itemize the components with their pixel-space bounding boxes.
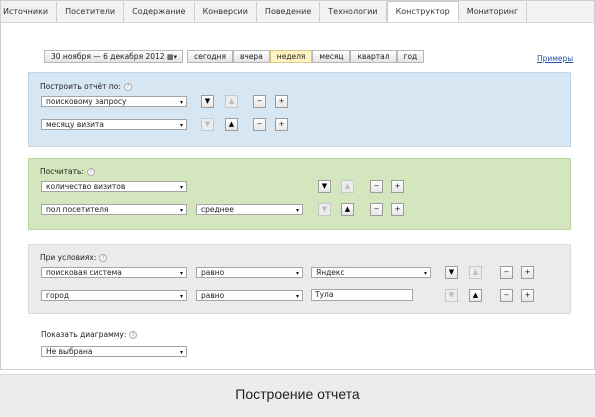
group-by-select-2-value: месяцу визита (46, 120, 104, 129)
chevron-down-icon: ▾ (295, 270, 299, 277)
move-down-button[interactable]: ▼ (445, 289, 458, 302)
top-nav: Источники Посетители Содержание Конверси… (1, 1, 594, 23)
group-by-select-2[interactable]: месяцу визита ▾ (41, 119, 187, 130)
filter-operator-select-2[interactable]: равно ▾ (196, 290, 303, 301)
add-row-button[interactable]: + (391, 180, 404, 193)
move-up-button[interactable]: ▲ (469, 289, 482, 302)
period-week-button[interactable]: неделя (269, 50, 313, 63)
remove-row-button[interactable]: − (500, 266, 513, 279)
group-by-label: Построить отчёт по:? (40, 82, 132, 91)
aggregation-select[interactable]: среднее ▾ (196, 204, 303, 215)
tab-technologies[interactable]: Технологии (320, 2, 387, 22)
chevron-down-icon: ▾ (179, 184, 183, 191)
remove-row-button[interactable]: − (500, 289, 513, 302)
add-row-button[interactable]: + (391, 203, 404, 216)
move-down-button[interactable]: ▼ (201, 118, 214, 131)
figure-caption: Построение отчета (235, 386, 360, 402)
move-up-button[interactable]: ▲ (341, 180, 354, 193)
tab-sources[interactable]: Источники (1, 2, 58, 22)
remove-row-button[interactable]: − (370, 180, 383, 193)
add-row-button[interactable]: + (521, 266, 534, 279)
chevron-down-icon: ▾ (179, 293, 183, 300)
metrics-label-text: Посчитать: (40, 167, 84, 176)
move-down-button[interactable]: ▼ (318, 180, 331, 193)
filters-label: При условиях:? (40, 253, 108, 262)
examples-link[interactable]: Примеры (537, 54, 573, 63)
chevron-down-icon: ▾ (423, 270, 427, 277)
group-by-label-text: Построить отчёт по: (40, 82, 121, 91)
filter-field-value-2: город (46, 291, 70, 300)
filter-field-select-1[interactable]: поисковая система ▾ (41, 267, 187, 278)
move-down-button[interactable]: ▼ (201, 95, 214, 108)
chevron-down-icon: ▾ (179, 99, 183, 106)
filter-field-value-1: поисковая система (46, 268, 122, 277)
remove-row-button[interactable]: − (253, 95, 266, 108)
filters-panel: При условиях:? поисковая система ▾ равно ▾… (28, 244, 571, 314)
chevron-down-icon: ▾ (179, 270, 183, 277)
filter-operator-value-1: равно (201, 268, 225, 277)
period-selector: 30 ноября — 6 декабря 2012 ▦▾ сегодня вч… (44, 50, 425, 63)
period-today-button[interactable]: сегодня (187, 50, 233, 63)
move-up-button[interactable]: ▲ (469, 266, 482, 279)
help-icon[interactable]: ? (86, 168, 95, 176)
move-down-button[interactable]: ▼ (445, 266, 458, 279)
report-builder-window: Источники Посетители Содержание Конверси… (0, 0, 595, 370)
move-up-button[interactable]: ▲ (341, 203, 354, 216)
metric-select-1-value: количество визитов (46, 182, 126, 191)
metric-select-2[interactable]: пол посетителя ▾ (41, 204, 187, 215)
filter-value-input-2[interactable]: Тула (311, 289, 413, 301)
move-up-button[interactable]: ▲ (225, 95, 238, 108)
filter-value-select-1[interactable]: Яндекс ▾ (311, 267, 431, 278)
metrics-panel: Посчитать:? количество визитов ▾ ▼ ▲ − + … (28, 158, 571, 230)
chevron-down-icon: ▾ (295, 207, 299, 214)
group-by-panel: Построить отчёт по:? поисковому запросу ▾… (28, 72, 571, 147)
filter-field-select-2[interactable]: город ▾ (41, 290, 187, 301)
diagram-select[interactable]: Не выбрана ▾ (41, 346, 187, 357)
remove-row-button[interactable]: − (253, 118, 266, 131)
help-icon[interactable]: ? (99, 254, 108, 262)
metrics-label: Посчитать:? (40, 167, 95, 176)
help-icon[interactable]: ? (129, 331, 138, 339)
chevron-down-icon: ▾ (179, 122, 183, 129)
calendar-icon: ▦▾ (166, 53, 178, 61)
diagram-select-value: Не выбрана (46, 347, 93, 356)
tab-conversions[interactable]: Конверсии (195, 2, 257, 22)
period-quarter-button[interactable]: квартал (350, 50, 397, 63)
chevron-down-icon: ▾ (179, 349, 183, 356)
group-by-select-1[interactable]: поисковому запросу ▾ (41, 96, 187, 107)
filter-value-1: Яндекс (316, 268, 345, 277)
metric-select-2-value: пол посетителя (46, 205, 109, 214)
tab-constructor[interactable]: Конструктор (386, 1, 459, 22)
move-down-button[interactable]: ▼ (318, 203, 331, 216)
diagram-label: Показать диаграмму:? (41, 330, 138, 339)
date-range-picker[interactable]: 30 ноября — 6 декабря 2012 ▦▾ (44, 50, 184, 63)
group-by-select-1-value: поисковому запросу (46, 97, 127, 106)
period-month-button[interactable]: месяц (312, 50, 351, 63)
chevron-down-icon: ▾ (179, 207, 183, 214)
metric-select-1[interactable]: количество визитов ▾ (41, 181, 187, 192)
tab-content[interactable]: Содержание (124, 2, 195, 22)
tab-visitors[interactable]: Посетители (57, 2, 125, 22)
tab-monitoring[interactable]: Мониторинг (459, 2, 528, 22)
aggregation-select-value: среднее (201, 205, 234, 214)
move-up-button[interactable]: ▲ (225, 118, 238, 131)
filters-label-text: При условиях: (40, 253, 97, 262)
filter-operator-select-1[interactable]: равно ▾ (196, 267, 303, 278)
filter-operator-value-2: равно (201, 291, 225, 300)
date-range-label: 30 ноября — 6 декабря 2012 (51, 52, 165, 61)
diagram-label-text: Показать диаграмму: (41, 330, 127, 339)
add-row-button[interactable]: + (275, 118, 288, 131)
remove-row-button[interactable]: − (370, 203, 383, 216)
add-row-button[interactable]: + (521, 289, 534, 302)
period-year-button[interactable]: год (396, 50, 425, 63)
period-yesterday-button[interactable]: вчера (232, 50, 270, 63)
chevron-down-icon: ▾ (295, 293, 299, 300)
tab-behavior[interactable]: Поведение (257, 2, 321, 22)
add-row-button[interactable]: + (275, 95, 288, 108)
help-icon[interactable]: ? (123, 83, 132, 91)
